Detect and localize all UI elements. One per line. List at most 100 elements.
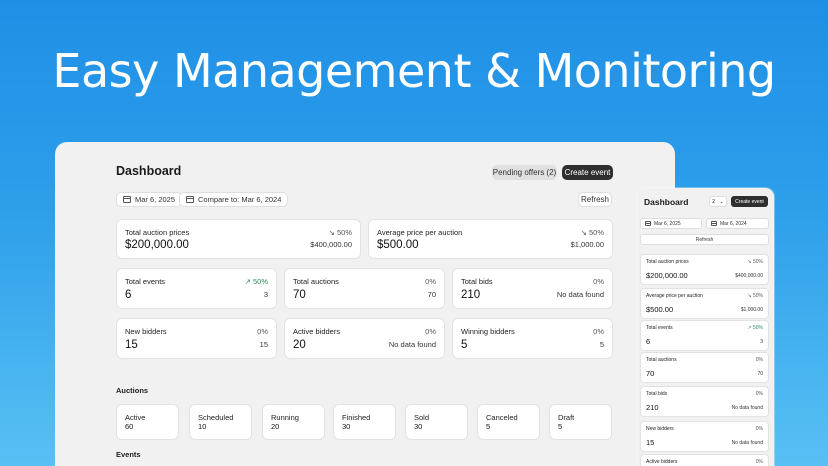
pending-offers-select[interactable]: 2 ⌄ xyxy=(709,196,727,207)
auction-status-running[interactable]: Running 20 xyxy=(262,404,325,440)
stat-card-average-price: Average price per auction ↘ 50% $500.00 … xyxy=(368,219,613,259)
card-value: 70 xyxy=(646,369,655,378)
auction-status-scheduled[interactable]: Scheduled 10 xyxy=(189,404,252,440)
auctions-heading: Auctions xyxy=(116,386,149,395)
mobile-card-average-price: Average price per auction ↘ 50% $500.00 … xyxy=(640,288,769,319)
pending-offers-button[interactable]: Pending offers (2) xyxy=(492,165,557,180)
stat-card-total-events: Total events ↗ 50% 6 3 xyxy=(116,268,277,309)
auction-status-active[interactable]: Active 60 xyxy=(116,404,179,440)
card-label: Total events xyxy=(646,325,673,331)
card-compare: 3 xyxy=(263,290,268,299)
card-value: 15 xyxy=(646,438,655,447)
card-value: 5 xyxy=(461,339,468,351)
card-compare: No data found xyxy=(731,405,763,411)
mobile-refresh-button[interactable]: Refresh xyxy=(640,234,769,245)
card-change: 0% xyxy=(593,327,604,336)
status-value: 5 xyxy=(558,422,563,431)
events-heading: Events xyxy=(116,450,141,459)
mobile-card-total-auction-prices: Total auction prices ↘ 50% $200,000.00 $… xyxy=(640,254,769,285)
calendar-icon xyxy=(186,196,194,203)
card-change: ↘ 50% xyxy=(747,293,763,299)
card-label: Total auctions xyxy=(293,277,339,286)
card-change: 0% xyxy=(593,277,604,286)
mobile-compare-label: Mar 6, 2024 xyxy=(720,220,747,227)
card-label: Total events xyxy=(125,277,166,286)
auction-status-canceled[interactable]: Canceled 5 xyxy=(477,404,540,440)
date-picker-label: Mar 6, 2025 xyxy=(135,195,176,204)
mobile-card-total-auctions: Total auctions 0% 70 70 xyxy=(640,352,769,383)
status-label: Scheduled xyxy=(198,413,234,422)
card-label: Total bids xyxy=(461,277,493,286)
card-value: 210 xyxy=(646,403,659,412)
create-event-button[interactable]: Create event xyxy=(562,165,613,180)
card-value: 15 xyxy=(125,339,138,351)
card-value: $500.00 xyxy=(646,305,674,314)
mobile-date-picker[interactable]: Mar 6, 2025 xyxy=(640,218,702,229)
card-label: Average price per auction xyxy=(646,293,703,299)
card-compare: 70 xyxy=(757,371,763,377)
mobile-card-total-bids: Total bids 0% 210 No data found xyxy=(640,386,769,417)
card-change: ↗ 50% xyxy=(244,277,268,286)
card-value: $500.00 xyxy=(377,239,419,251)
status-value: 10 xyxy=(198,422,207,431)
card-change: 0% xyxy=(755,391,763,397)
status-label: Finished xyxy=(342,413,371,422)
compare-date-picker[interactable]: Compare to: Mar 6, 2024 xyxy=(179,192,289,207)
status-label: Canceled xyxy=(486,413,518,422)
stat-card-active-bidders: Active bidders 0% 20 No data found xyxy=(284,318,445,359)
page-title: Dashboard xyxy=(116,164,182,178)
stat-card-total-auction-prices: Total auction prices ↘ 50% $200,000.00 $… xyxy=(116,219,361,259)
card-compare: 5 xyxy=(599,340,604,349)
stat-card-total-auctions: Total auctions 0% 70 70 xyxy=(284,268,445,309)
card-label: New bidders xyxy=(125,327,167,336)
card-change: ↗ 50% xyxy=(747,325,763,331)
status-value: 30 xyxy=(342,422,351,431)
card-label: Active bidders xyxy=(646,459,678,465)
mobile-card-total-events: Total events ↗ 50% 6 3 xyxy=(640,320,769,351)
card-label: Total bids xyxy=(646,391,668,397)
card-compare: $400,000.00 xyxy=(735,273,763,279)
card-compare: $1,000.00 xyxy=(570,240,604,249)
mobile-compare-date-picker[interactable]: Mar 6, 2024 xyxy=(706,218,769,229)
mobile-card-new-bidders: New bidders 0% 15 No data found xyxy=(640,421,769,452)
card-change: ↘ 50% xyxy=(328,228,352,237)
mobile-dashboard-panel: Dashboard 2 ⌄ Create event Mar 6, 2025 M… xyxy=(637,188,774,466)
status-label: Sold xyxy=(414,413,430,422)
stat-card-winning-bidders: Winning bidders 0% 5 5 xyxy=(452,318,613,359)
card-change: 0% xyxy=(755,357,763,363)
status-value: 5 xyxy=(486,422,491,431)
refresh-button[interactable]: Refresh xyxy=(578,192,612,207)
card-compare: 70 xyxy=(427,290,436,299)
mobile-date-label: Mar 6, 2025 xyxy=(654,220,681,227)
mobile-card-active-bidders: Active bidders 0% xyxy=(640,454,769,466)
compare-date-label: Compare to: Mar 6, 2024 xyxy=(198,195,282,204)
card-compare: 15 xyxy=(259,340,268,349)
card-compare: No data found xyxy=(731,440,763,446)
card-compare: No data found xyxy=(556,290,604,299)
card-change: 0% xyxy=(257,327,268,336)
calendar-icon xyxy=(711,221,717,226)
auction-status-finished[interactable]: Finished 30 xyxy=(333,404,396,440)
calendar-icon xyxy=(645,221,651,226)
status-value: 20 xyxy=(271,422,280,431)
dashboard-panel: Dashboard Pending offers (2) Create even… xyxy=(55,142,675,466)
card-change: ↘ 50% xyxy=(747,259,763,265)
date-picker[interactable]: Mar 6, 2025 xyxy=(116,192,183,207)
auction-status-sold[interactable]: Sold 30 xyxy=(405,404,468,440)
card-change: 0% xyxy=(755,426,763,432)
auction-status-draft[interactable]: Draft 5 xyxy=(549,404,612,440)
mobile-create-event-button[interactable]: Create event xyxy=(731,196,768,207)
card-label: Total auction prices xyxy=(646,259,689,265)
pending-count: 2 xyxy=(712,198,716,205)
card-change: ↘ 50% xyxy=(580,228,604,237)
status-value: 30 xyxy=(414,422,423,431)
status-label: Draft xyxy=(558,413,575,422)
card-value: 6 xyxy=(125,289,132,301)
status-value: 60 xyxy=(125,422,134,431)
status-label: Active xyxy=(125,413,146,422)
card-value: 70 xyxy=(293,289,306,301)
card-label: Winning bidders xyxy=(461,327,515,336)
card-value: 210 xyxy=(461,289,481,301)
card-compare: 3 xyxy=(760,339,763,345)
status-label: Running xyxy=(271,413,299,422)
